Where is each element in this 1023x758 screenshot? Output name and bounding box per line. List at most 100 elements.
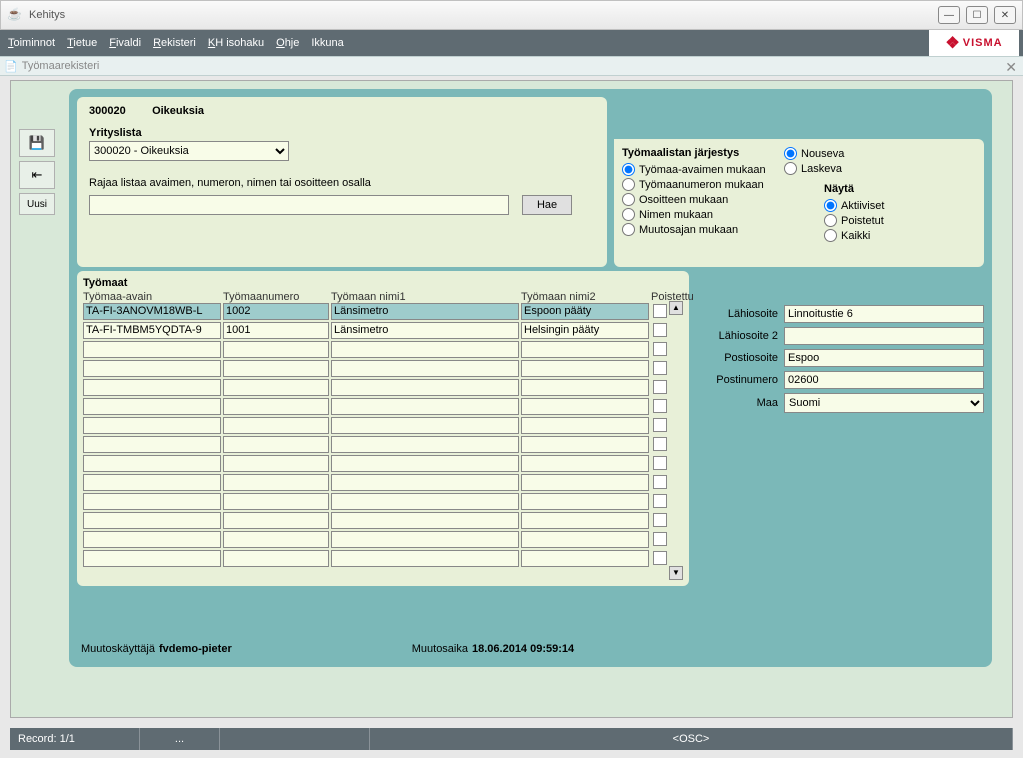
cell-empty[interactable]: [83, 550, 221, 567]
cell-empty[interactable]: [223, 341, 329, 358]
poistettu-checkbox[interactable]: [653, 437, 667, 451]
poistettu-checkbox[interactable]: [653, 494, 667, 508]
poistettu-checkbox[interactable]: [653, 418, 667, 432]
cell-empty[interactable]: [223, 550, 329, 567]
yrityslista-combo[interactable]: 300020 - Oikeuksia: [89, 141, 289, 161]
show-aktiiviset[interactable]: Aktiiviset: [824, 199, 884, 212]
menu-fivaldi[interactable]: Fivaldi: [109, 37, 141, 49]
cell-empty[interactable]: [521, 531, 649, 548]
cell-empty[interactable]: [83, 379, 221, 396]
menu-ohje[interactable]: Ohje: [276, 37, 299, 49]
poistettu-checkbox[interactable]: [653, 475, 667, 489]
sort-opt-osoite[interactable]: Osoitteen mukaan: [622, 193, 792, 206]
cell-empty[interactable]: [331, 531, 519, 548]
cell-empty[interactable]: [331, 379, 519, 396]
poistettu-checkbox[interactable]: [653, 323, 667, 337]
cell-empty[interactable]: [83, 341, 221, 358]
poistettu-checkbox[interactable]: [653, 399, 667, 413]
cell-numero[interactable]: 1002: [223, 303, 329, 320]
table-row[interactable]: [83, 493, 683, 511]
cell-empty[interactable]: [223, 493, 329, 510]
cell-empty[interactable]: [521, 379, 649, 396]
cell-empty[interactable]: [223, 436, 329, 453]
cell-empty[interactable]: [223, 512, 329, 529]
sort-opt-nimi[interactable]: Nimen mukaan: [622, 208, 792, 221]
cell-empty[interactable]: [521, 455, 649, 472]
cell-empty[interactable]: [223, 531, 329, 548]
cell-empty[interactable]: [521, 398, 649, 415]
minimize-button[interactable]: —: [938, 6, 960, 24]
grid-body[interactable]: TA-FI-3ANOVM18WB-L1002LänsimetroEspoon p…: [83, 303, 683, 573]
cell-empty[interactable]: [223, 474, 329, 491]
cell-empty[interactable]: [521, 417, 649, 434]
poistettu-checkbox[interactable]: [653, 342, 667, 356]
table-row[interactable]: TA-FI-3ANOVM18WB-L1002LänsimetroEspoon p…: [83, 303, 683, 321]
cell-empty[interactable]: [331, 341, 519, 358]
table-row[interactable]: [83, 455, 683, 473]
cell-empty[interactable]: [521, 436, 649, 453]
cell-empty[interactable]: [331, 550, 519, 567]
table-row[interactable]: [83, 341, 683, 359]
postinumero-input[interactable]: [784, 371, 984, 389]
back-button[interactable]: ⇤: [19, 161, 55, 189]
table-row[interactable]: [83, 550, 683, 568]
cell-empty[interactable]: [83, 455, 221, 472]
hae-button[interactable]: Hae: [522, 195, 572, 215]
poistettu-checkbox[interactable]: [653, 532, 667, 546]
show-poistetut[interactable]: Poistetut: [824, 214, 884, 227]
menu-ikkuna[interactable]: Ikkuna: [311, 37, 343, 49]
sort-opt-numero[interactable]: Työmaanumeron mukaan: [622, 178, 792, 191]
table-row[interactable]: [83, 360, 683, 378]
uusi-button[interactable]: Uusi: [19, 193, 55, 215]
cell-empty[interactable]: [83, 474, 221, 491]
cell-empty[interactable]: [223, 379, 329, 396]
lahiosoite2-input[interactable]: [784, 327, 984, 345]
poistettu-checkbox[interactable]: [653, 361, 667, 375]
cell-empty[interactable]: [331, 455, 519, 472]
show-kaikki[interactable]: Kaikki: [824, 229, 884, 242]
maa-combo[interactable]: Suomi: [784, 393, 984, 413]
cell-empty[interactable]: [521, 474, 649, 491]
cell-nimi2[interactable]: Helsingin pääty: [521, 322, 649, 339]
poistettu-checkbox[interactable]: [653, 551, 667, 565]
table-row[interactable]: [83, 417, 683, 435]
cell-empty[interactable]: [83, 417, 221, 434]
cell-empty[interactable]: [521, 493, 649, 510]
cell-empty[interactable]: [223, 417, 329, 434]
cell-empty[interactable]: [521, 512, 649, 529]
cell-empty[interactable]: [83, 531, 221, 548]
scroll-down-icon[interactable]: ▼: [669, 566, 683, 580]
mdi-close-button[interactable]: ✕: [1005, 59, 1017, 76]
cell-empty[interactable]: [223, 455, 329, 472]
sort-opt-avain[interactable]: Työmaa-avaimen mukaan: [622, 163, 792, 176]
table-row[interactable]: [83, 512, 683, 530]
cell-empty[interactable]: [331, 398, 519, 415]
menu-rekisteri[interactable]: Rekisteri: [153, 37, 196, 49]
cell-avain[interactable]: TA-FI-TMBM5YQDTA-9: [83, 322, 221, 339]
menu-toiminnot[interactable]: Toiminnot: [8, 37, 55, 49]
poistettu-checkbox[interactable]: [653, 304, 667, 318]
dir-asc[interactable]: Nouseva: [784, 147, 844, 160]
cell-empty[interactable]: [331, 474, 519, 491]
cell-empty[interactable]: [521, 360, 649, 377]
poistettu-checkbox[interactable]: [653, 456, 667, 470]
table-row[interactable]: [83, 531, 683, 549]
table-row[interactable]: [83, 436, 683, 454]
cell-empty[interactable]: [83, 398, 221, 415]
cell-avain[interactable]: TA-FI-3ANOVM18WB-L: [83, 303, 221, 320]
cell-empty[interactable]: [521, 550, 649, 567]
cell-empty[interactable]: [223, 360, 329, 377]
table-row[interactable]: TA-FI-TMBM5YQDTA-91001LänsimetroHelsingi…: [83, 322, 683, 340]
cell-nimi1[interactable]: Länsimetro: [331, 303, 519, 320]
filter-input[interactable]: [89, 195, 509, 215]
poistettu-checkbox[interactable]: [653, 380, 667, 394]
cell-nimi1[interactable]: Länsimetro: [331, 322, 519, 339]
cell-empty[interactable]: [223, 398, 329, 415]
cell-nimi2[interactable]: Espoon pääty: [521, 303, 649, 320]
cell-empty[interactable]: [83, 436, 221, 453]
scroll-up-icon[interactable]: ▲: [669, 301, 683, 315]
cell-empty[interactable]: [331, 512, 519, 529]
cell-empty[interactable]: [331, 417, 519, 434]
poistettu-checkbox[interactable]: [653, 513, 667, 527]
cell-numero[interactable]: 1001: [223, 322, 329, 339]
